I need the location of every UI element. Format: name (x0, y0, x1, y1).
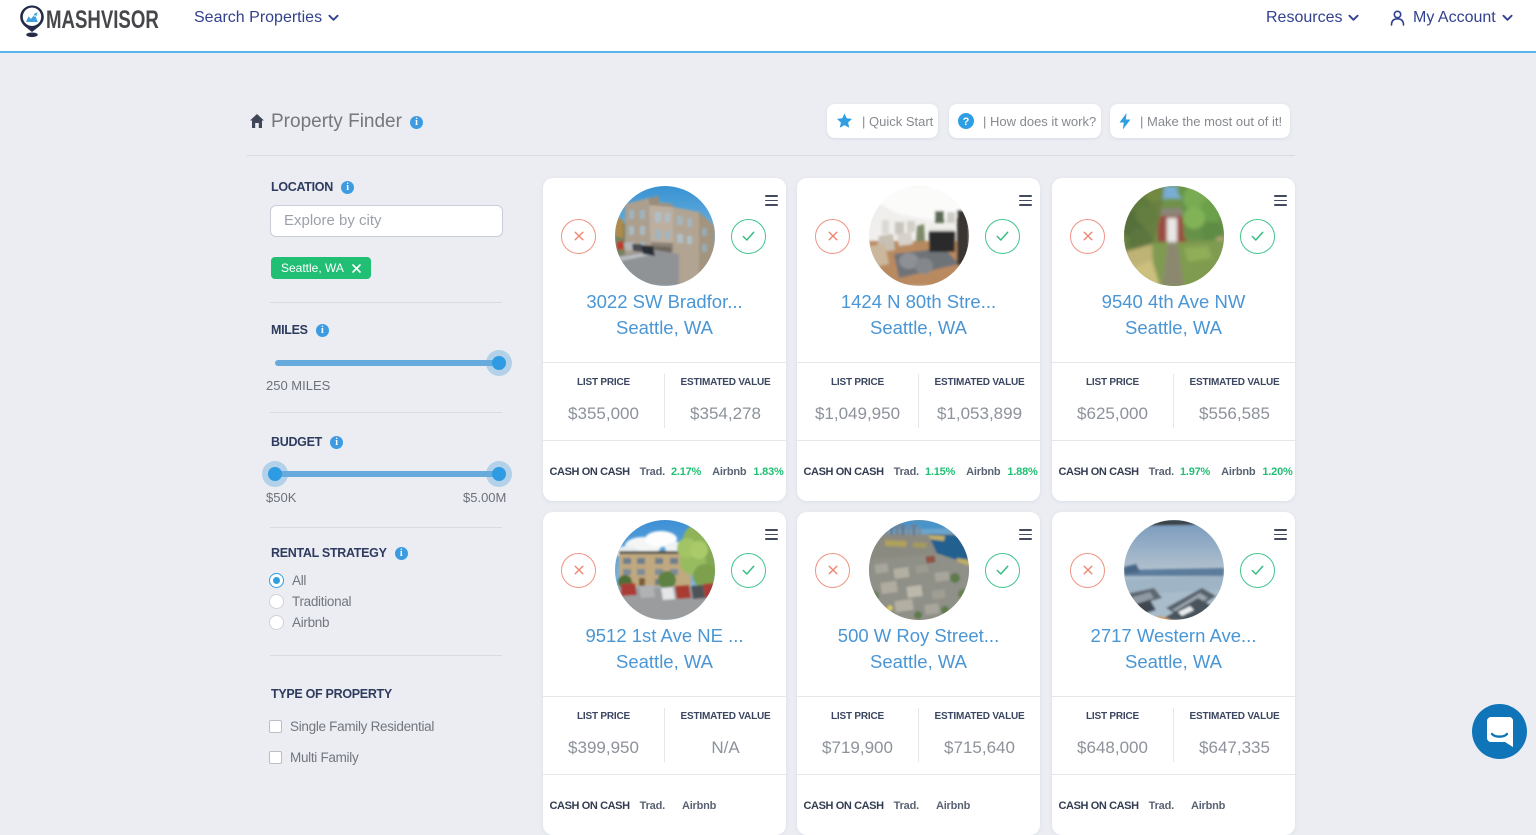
svg-text:?: ? (963, 116, 970, 128)
